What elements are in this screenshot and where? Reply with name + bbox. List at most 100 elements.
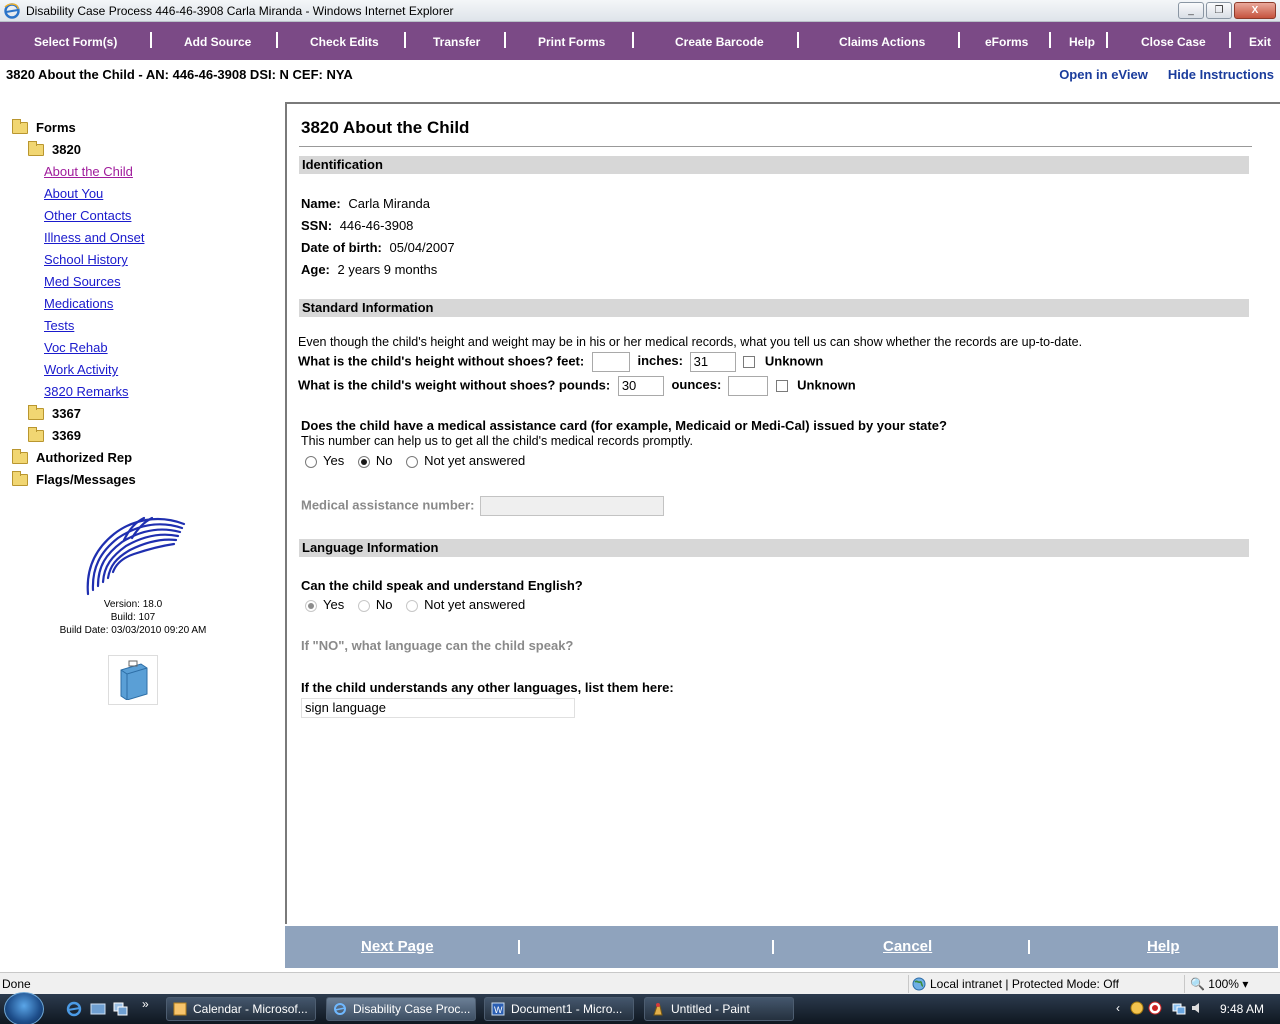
menu-select-forms[interactable]: Select Form(s) [34,35,117,49]
tree-forms[interactable]: Forms [12,118,76,135]
menu-claims-actions[interactable]: Claims Actions [839,35,925,49]
tray-expand-icon[interactable]: ‹ [1116,1001,1120,1015]
height-inches-input[interactable]: 31 [689,352,736,372]
menu-check-edits[interactable]: Check Edits [310,35,379,49]
menu-transfer[interactable]: Transfer [433,35,480,49]
hide-instructions-link[interactable]: Hide Instructions [1168,67,1274,82]
task-paint[interactable]: Untitled - Paint [644,997,794,1021]
cancel-button[interactable]: Cancel [883,938,932,955]
menu-add-source[interactable]: Add Source [184,35,251,49]
sidebar-item-tests[interactable]: Tests [44,318,74,333]
tree-form-3369-label: 3369 [52,428,81,443]
task-disability-case-label: Disability Case Proc... [353,1002,471,1016]
open-in-eview-link[interactable]: Open in eView [1059,67,1148,82]
tree-form-3367-label: 3367 [52,406,81,421]
menu-eforms[interactable]: eForms [985,35,1028,49]
weight-unknown-checkbox[interactable] [775,380,788,392]
folder-icon [12,118,28,134]
status-bar: Done Local intranet | Protected Mode: Of… [0,972,1280,994]
english-yes-radio[interactable] [305,599,317,612]
header-links: Open in eView Hide Instructions [1059,67,1274,82]
menu-exit[interactable]: Exit [1249,35,1271,49]
window-title: Disability Case Process 446-46-3908 Carl… [26,3,454,18]
security-shield-icon[interactable] [1148,1001,1162,1015]
menu-separator [632,32,634,48]
eagle-logo [86,516,186,596]
dob-value: 05/04/2007 [389,240,455,255]
sidebar-item-other-contacts[interactable]: Other Contacts [44,208,131,223]
medical-card-yes-radio[interactable] [305,455,317,468]
briefcase-icon[interactable] [108,655,158,705]
tree-authorized-rep[interactable]: Authorized Rep [12,448,132,465]
menu-separator [276,32,278,48]
folder-icon [28,404,44,420]
tree-forms-label: Forms [36,120,76,135]
medical-card-no-radio[interactable] [357,455,370,468]
outlook-icon [173,1002,187,1016]
messenger-icon[interactable] [1130,1001,1144,1015]
name-label: Name: [301,196,341,211]
folder-icon [28,140,44,156]
english-yes-label: Yes [323,597,345,612]
other-languages-input[interactable]: sign language [301,698,575,718]
help-button[interactable]: Help [1147,938,1180,955]
menu-close-case[interactable]: Close Case [1141,35,1206,49]
maximize-button[interactable]: ❐ [1206,2,1232,19]
weight-pounds-input[interactable]: 30 [617,376,664,396]
taskbar-clock[interactable]: 9:48 AM [1220,1002,1264,1016]
ssn-row: SSN: 446-46-3908 [301,218,413,233]
start-button[interactable] [4,992,44,1024]
sidebar-item-about-the-child[interactable]: About the Child [44,164,133,179]
menu-print-forms[interactable]: Print Forms [538,35,605,49]
name-row: Name: Carla Miranda [301,196,430,211]
network-icon[interactable] [1172,1001,1186,1015]
height-unknown-checkbox[interactable] [743,356,756,368]
task-disability-case[interactable]: Disability Case Proc... [326,997,476,1021]
english-no-radio[interactable] [357,599,370,612]
switch-windows-icon[interactable] [112,1001,128,1017]
task-document1-label: Document1 - Micro... [511,1002,623,1016]
zoom-level[interactable]: 🔍 100% ▾ [1190,977,1248,991]
sidebar-item-school-history[interactable]: School History [44,252,128,267]
tree-form-3820[interactable]: 3820 [28,140,81,157]
task-paint-label: Untitled - Paint [671,1002,750,1016]
quicklaunch-overflow-icon[interactable]: » [142,997,149,1011]
medical-number-row: Medical assistance number: [301,496,665,516]
sidebar-item-3820-remarks[interactable]: 3820 Remarks [44,384,129,399]
sidebar-item-illness-and-onset[interactable]: Illness and Onset [44,230,144,245]
sidebar-item-med-sources[interactable]: Med Sources [44,274,121,289]
zoom-value: 100% [1208,977,1239,991]
medical-card-yes-label: Yes [323,453,345,468]
dob-label: Date of birth: [301,240,382,255]
next-page-button[interactable]: Next Page [361,938,434,955]
menu-help[interactable]: Help [1069,35,1095,49]
ie-quicklaunch-icon[interactable] [66,1001,82,1017]
age-label: Age: [301,262,330,277]
volume-icon[interactable] [1190,1001,1204,1015]
inches-label: inches: [637,353,683,369]
english-not-answered-label: Not yet answered [424,597,526,612]
sidebar-item-about-you[interactable]: About You [44,186,103,201]
task-document1[interactable]: W Document1 - Micro... [484,997,634,1021]
english-radio-group: Yes No Not yet answered [305,597,535,612]
weight-ounces-input[interactable] [727,376,768,396]
menu-create-barcode[interactable]: Create Barcode [675,35,764,49]
tree-form-3367[interactable]: 3367 [28,404,81,421]
sidebar-item-medications[interactable]: Medications [44,296,113,311]
age-value: 2 years 9 months [337,262,438,277]
show-desktop-icon[interactable] [90,1001,106,1017]
task-calendar[interactable]: Calendar - Microsof... [166,997,316,1021]
folder-icon [28,426,44,442]
medical-card-not-answered-radio[interactable] [406,455,419,468]
minimize-button[interactable]: _ [1178,2,1204,19]
sidebar-item-voc-rehab[interactable]: Voc Rehab [44,340,108,355]
height-feet-input[interactable] [591,352,630,372]
medical-number-input[interactable] [480,496,665,516]
close-window-button[interactable]: X [1234,2,1276,19]
english-not-answered-radio[interactable] [406,599,419,612]
tree-form-3369[interactable]: 3369 [28,426,81,443]
tree-flags-messages[interactable]: Flags/Messages [12,470,136,487]
taskbar: » Calendar - Microsof... Disability Case… [0,992,1280,1024]
sidebar-item-work-activity[interactable]: Work Activity [44,362,118,377]
menu-separator [1049,32,1051,48]
